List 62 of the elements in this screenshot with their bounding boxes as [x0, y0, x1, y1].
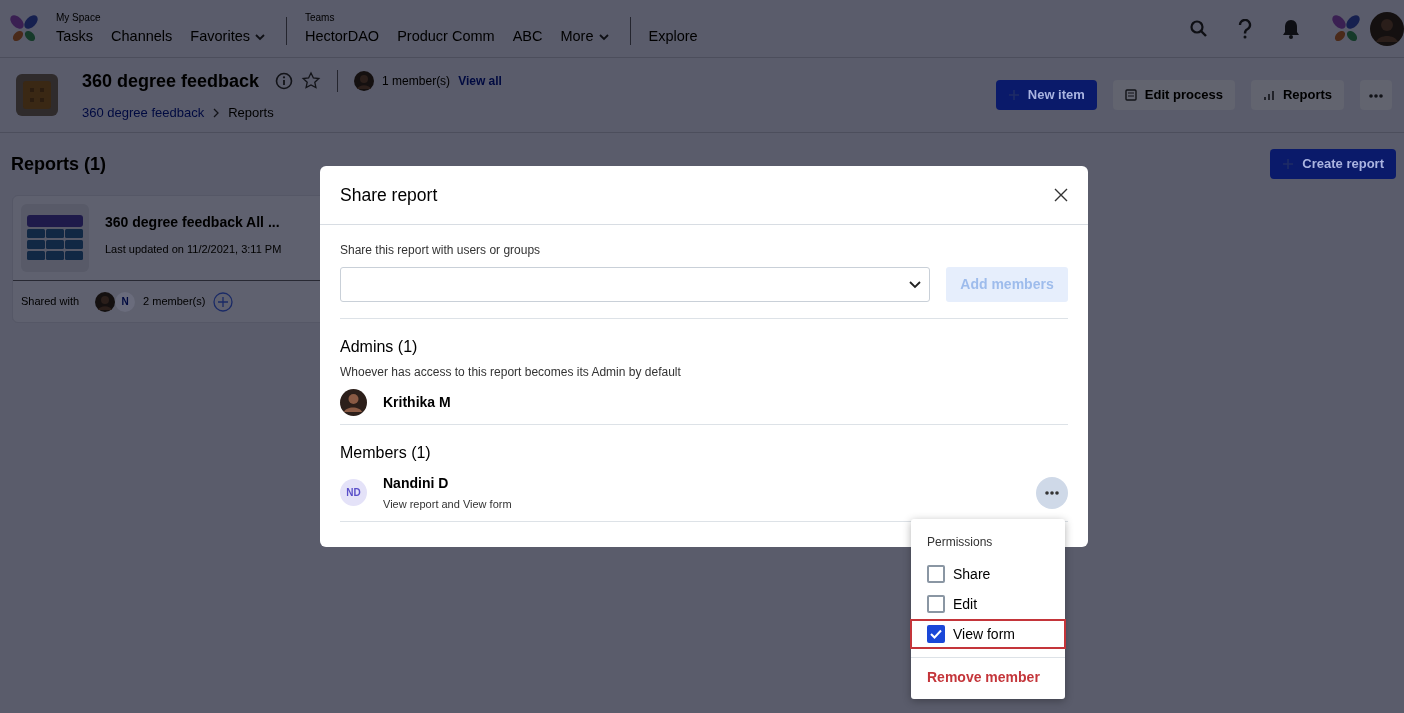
- nav-link[interactable]: Producr Comm: [397, 25, 495, 48]
- more-button[interactable]: [1360, 80, 1392, 110]
- member-name: Krithika M: [383, 393, 451, 412]
- permission-option[interactable]: Share: [910, 559, 1066, 589]
- view-all-link[interactable]: View all: [458, 72, 502, 91]
- add-member-icon[interactable]: [213, 291, 234, 312]
- select-field[interactable]: [340, 267, 930, 302]
- nav-link[interactable]: Channels: [111, 25, 173, 48]
- section-heading: Admins (1): [340, 337, 419, 357]
- search-icon[interactable]: [1190, 19, 1208, 38]
- more-icon: [1368, 92, 1384, 99]
- chevron-down-icon: [909, 280, 921, 289]
- edit-process-button[interactable]: Edit process: [1112, 80, 1235, 110]
- field-label: Share this report with users or groups: [340, 242, 542, 259]
- section-note: Whoever has access to this report becomes its Admin by default: [340, 364, 682, 381]
- create-report-button[interactable]: Create report: [1270, 149, 1396, 179]
- chevron-icon: [212, 107, 221, 118]
- dialog-title: Share report: [340, 183, 438, 207]
- nav-group-caption: Teams: [305, 10, 336, 22]
- section-heading: Members (1): [340, 443, 432, 463]
- avatar-initials: ND: [340, 479, 367, 507]
- member-count: 1 member(s): [382, 73, 451, 91]
- process-icon: [16, 74, 58, 116]
- shared-with-label: Shared with: [21, 294, 80, 310]
- breadcrumb-current: Reports: [228, 103, 274, 122]
- new-item-button[interactable]: New item: [995, 80, 1097, 110]
- report-title: 360 degree feedback All ...: [105, 213, 280, 232]
- permission-option[interactable]: Edit: [910, 589, 1066, 619]
- nav-link[interactable]: Tasks: [56, 25, 94, 48]
- nav-link[interactable]: ABC: [512, 25, 543, 48]
- member-permissions: View report and View form: [383, 497, 512, 512]
- bar-chart-icon: [1262, 89, 1275, 101]
- nav-link[interactable]: Explore: [648, 25, 698, 48]
- avatar-icon: [354, 71, 375, 92]
- info-icon[interactable]: [275, 72, 294, 91]
- avatar-icon[interactable]: [1370, 11, 1404, 46]
- close-icon[interactable]: [1054, 188, 1068, 202]
- member-name: Nandini D: [383, 474, 450, 493]
- reports-button[interactable]: Reports: [1250, 80, 1344, 110]
- member-count: 2 member(s): [143, 294, 206, 310]
- remove-member-button[interactable]: Remove member: [911, 666, 1056, 689]
- avatar-icon: [340, 389, 367, 416]
- nav-link[interactable]: More: [560, 25, 610, 48]
- more-options-button[interactable]: [1036, 476, 1068, 509]
- bell-icon[interactable]: [1282, 18, 1300, 39]
- check-icon: [930, 629, 942, 639]
- avatar-initial: N: [115, 291, 136, 312]
- breadcrumb-link[interactable]: 360 degree feedback: [82, 102, 205, 123]
- nav-group-caption: My Space: [56, 10, 102, 22]
- last-updated: Last updated on 11/2/2021, 3:11 PM: [105, 242, 283, 257]
- more-icon: [1044, 489, 1060, 496]
- star-icon[interactable]: [301, 71, 322, 92]
- menu-heading: Permissions: [926, 534, 994, 551]
- table-icon: [27, 215, 83, 261]
- nav-link[interactable]: Favorites: [190, 25, 266, 48]
- page-title: 360 degree feedback: [82, 69, 260, 93]
- section-title: Reports (1): [11, 152, 106, 176]
- permission-option[interactable]: View form: [910, 619, 1066, 649]
- document-icon: [1124, 89, 1137, 101]
- nav-link[interactable]: HectorDAO: [305, 25, 380, 48]
- help-icon[interactable]: [1238, 18, 1252, 39]
- avatar-icon: [95, 291, 116, 312]
